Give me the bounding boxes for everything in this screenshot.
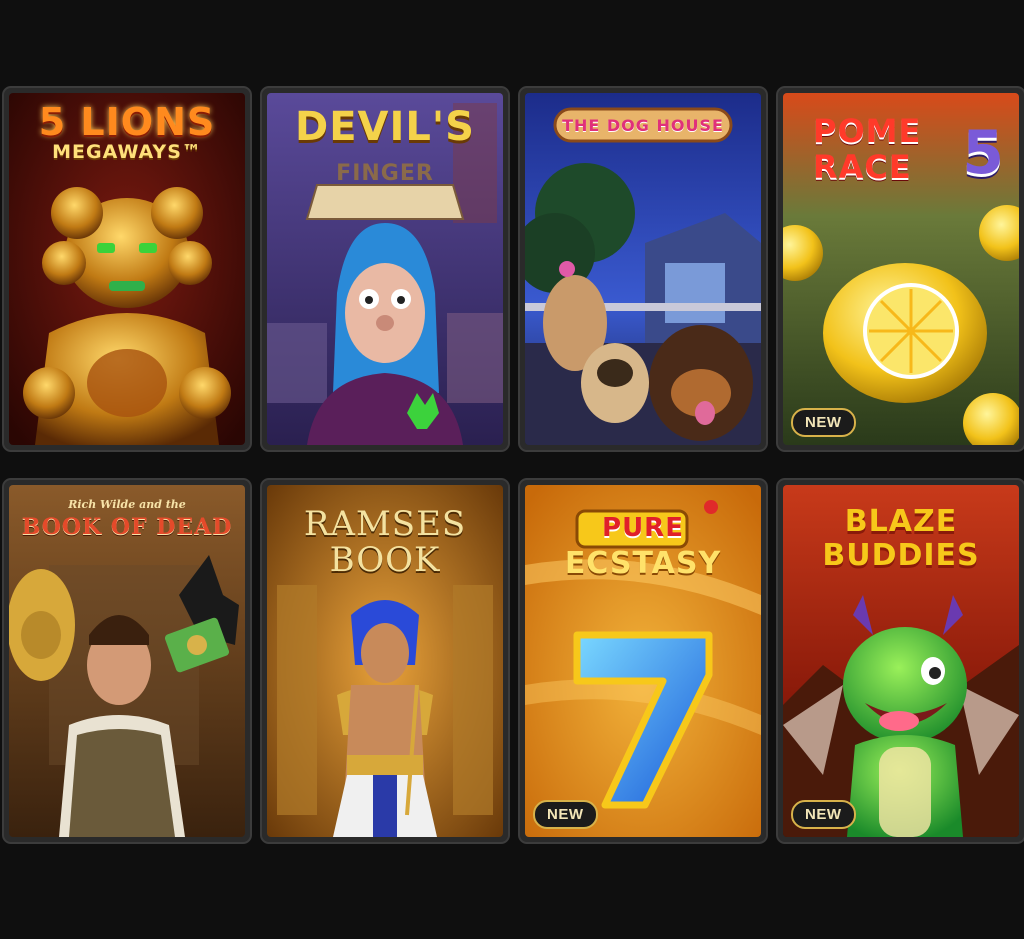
game-logo: PURE ECSTASY xyxy=(525,515,761,579)
game-thumbnail: THE DOG HOUSE xyxy=(525,93,761,445)
game-logo-number: 5 xyxy=(962,123,1005,183)
game-subtitle: FINGER xyxy=(336,161,434,186)
new-badge: NEW xyxy=(791,800,856,829)
game-title: BLAZE xyxy=(844,504,958,539)
game-grid: 5 LIONS MEGAWAYS™ DEVIL'S FINGER THE DOG… xyxy=(2,86,1024,844)
game-thumbnail: PURE ECSTASY NEW xyxy=(525,485,761,837)
game-tile-devils-finger[interactable]: DEVIL'S FINGER xyxy=(260,86,510,452)
game-logo: RAMSES BOOK xyxy=(267,507,503,577)
game-tile-book-of-dead[interactable]: Rich Wilde and the BOOK OF DEAD xyxy=(2,478,252,844)
game-title: 5 LIONS xyxy=(38,100,216,144)
game-title: BOOK OF DEAD xyxy=(21,514,233,540)
game-tile-blaze-buddies[interactable]: BLAZE BUDDIES NEW xyxy=(776,478,1024,844)
new-badge: NEW xyxy=(533,800,598,829)
game-title: THE DOG HOUSE xyxy=(562,116,724,135)
game-thumbnail: POME RACE 5 NEW xyxy=(783,93,1019,445)
game-logo: DEVIL'S FINGER xyxy=(267,107,503,185)
game-number: 5 xyxy=(962,118,1005,188)
game-tile-ramses-book[interactable]: RAMSES BOOK xyxy=(260,478,510,844)
game-subtitle: BOOK xyxy=(329,540,441,580)
game-tile-5-lions-megaways[interactable]: 5 LIONS MEGAWAYS™ xyxy=(2,86,252,452)
game-logo: BLAZE BUDDIES xyxy=(783,507,1019,571)
game-thumbnail: RAMSES BOOK xyxy=(267,485,503,837)
new-badge: NEW xyxy=(791,408,856,437)
game-pretitle: Rich Wilde and the xyxy=(68,498,186,511)
game-thumbnail: DEVIL'S FINGER xyxy=(267,93,503,445)
game-logo: Rich Wilde and the BOOK OF DEAD xyxy=(9,499,245,538)
game-subtitle: MEGAWAYS™ xyxy=(52,141,202,163)
game-tile-pome-race-5[interactable]: POME RACE 5 NEW xyxy=(776,86,1024,452)
game-thumbnail: 5 LIONS MEGAWAYS™ xyxy=(9,93,245,445)
game-title: RAMSES xyxy=(303,504,467,544)
game-subtitle: ECSTASY xyxy=(564,546,722,581)
game-subtitle: BUDDIES xyxy=(822,538,980,573)
game-logo: 5 LIONS MEGAWAYS™ xyxy=(9,103,245,162)
game-tile-the-dog-house[interactable]: THE DOG HOUSE xyxy=(518,86,768,452)
game-tile-pure-ecstasy[interactable]: PURE ECSTASY NEW xyxy=(518,478,768,844)
game-title: DEVIL'S xyxy=(295,104,475,150)
game-logo: THE DOG HOUSE xyxy=(525,118,761,134)
game-title: PURE xyxy=(602,513,684,543)
game-thumbnail: Rich Wilde and the BOOK OF DEAD xyxy=(9,485,245,837)
game-thumbnail: BLAZE BUDDIES NEW xyxy=(783,485,1019,837)
